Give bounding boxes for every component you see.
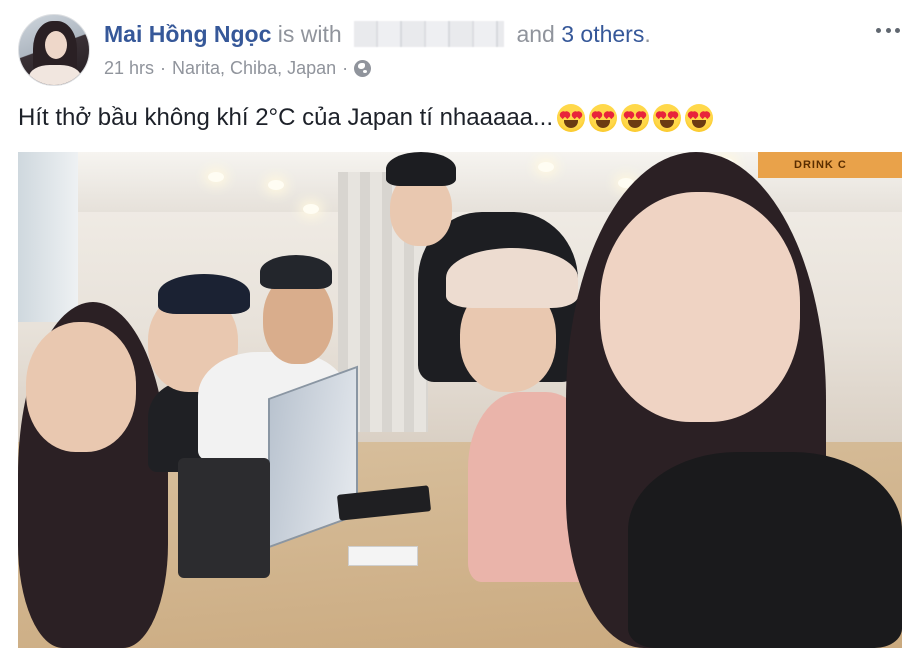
with-text: is with (277, 21, 342, 47)
heart-eyes-emoji-icon (653, 104, 682, 132)
person-face (26, 322, 136, 452)
person-cap (158, 274, 250, 314)
heart-eyes-emoji-icon (557, 104, 586, 132)
facebook-post: Mai Hồng Ngọc is with and 3 others. 21 h… (0, 0, 922, 660)
person-cap (260, 255, 332, 289)
photo-card (348, 546, 418, 566)
photo-speaker (178, 458, 270, 578)
person-cap (446, 248, 578, 308)
period-text: . (644, 21, 651, 47)
ellipsis-icon[interactable] (876, 20, 900, 40)
location-link[interactable]: Narita, Chiba, Japan (172, 56, 336, 80)
caption-text: Hít thở bầu không khí 2°C của Japan tí n… (18, 104, 554, 131)
and-text: and (516, 21, 555, 47)
ceiling-light (303, 204, 319, 214)
heart-eyes-emoji-icon (621, 104, 650, 132)
blurred-tagged-friend[interactable] (354, 21, 505, 47)
ceiling-light (268, 180, 284, 190)
post-caption: Hít thở bầu không khí 2°C của Japan tí n… (18, 102, 714, 134)
meta-separator: · (160, 58, 167, 78)
person-torso (628, 452, 902, 648)
post-photo[interactable]: DRINK C (18, 152, 902, 648)
dot (895, 27, 900, 33)
dot (885, 27, 891, 33)
post-header: Mai Hồng Ngọc is with and 3 others. (104, 20, 651, 48)
others-link[interactable]: 3 others (561, 21, 644, 47)
timestamp-link[interactable]: 21 hrs (104, 56, 154, 80)
person-face (600, 192, 800, 422)
photo-sign: DRINK C (758, 152, 902, 178)
globe-icon[interactable] (354, 59, 372, 77)
heart-eyes-emoji-icon (685, 104, 714, 132)
post-meta: 21 hrs · Narita, Chiba, Japan · (104, 56, 372, 80)
avatar-face (45, 31, 67, 59)
ceiling-light (538, 162, 554, 172)
dot (876, 27, 881, 33)
author-avatar[interactable] (18, 14, 90, 86)
author-name-link[interactable]: Mai Hồng Ngọc (104, 21, 271, 47)
avatar-body (29, 65, 81, 85)
meta-separator-2: · (342, 58, 349, 78)
heart-eyes-emoji-icon (589, 104, 618, 132)
photo-window (18, 152, 78, 322)
ceiling-light (208, 172, 224, 182)
person-cap (386, 152, 456, 186)
